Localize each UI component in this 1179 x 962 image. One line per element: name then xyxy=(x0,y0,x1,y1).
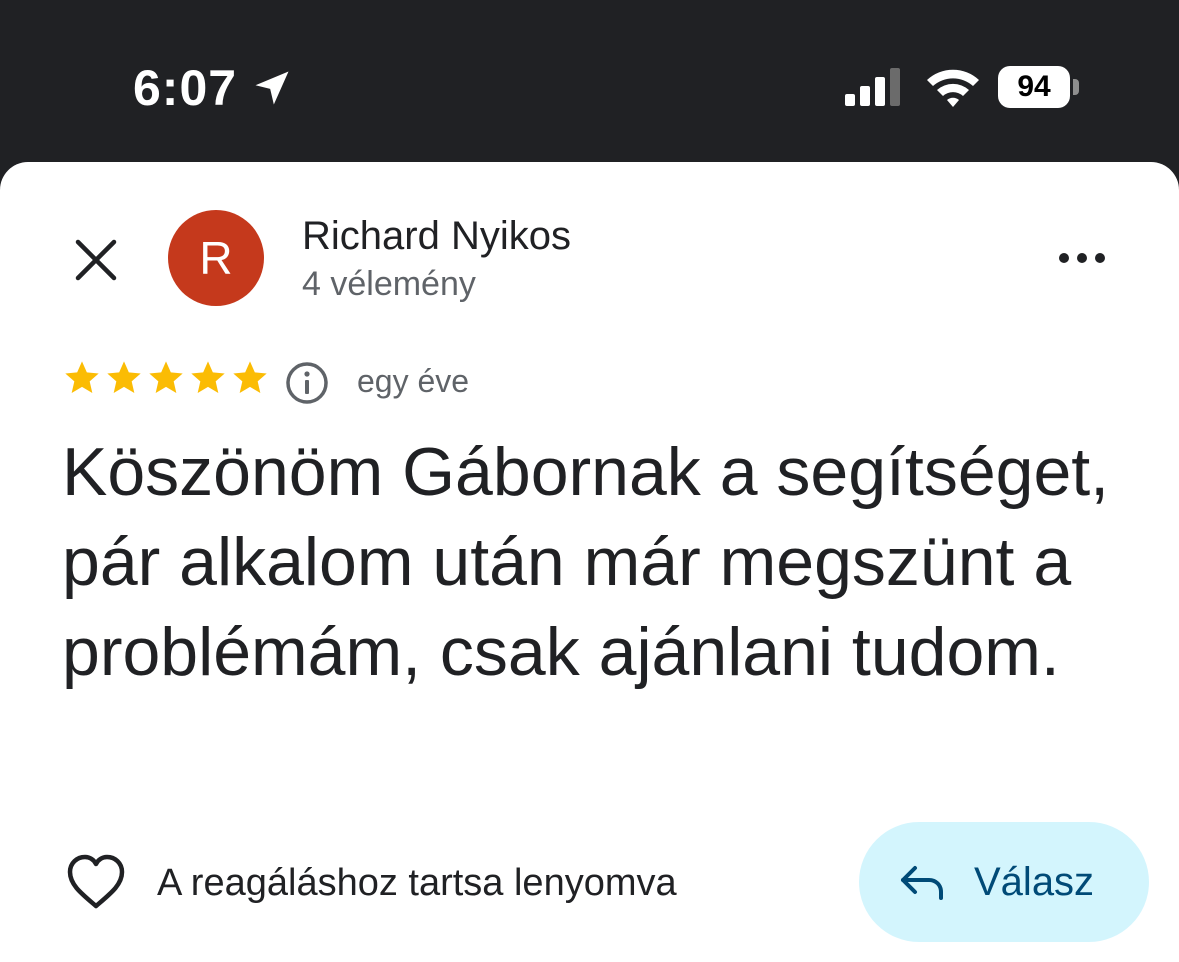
star-icon xyxy=(107,361,141,393)
info-icon[interactable] xyxy=(284,360,330,406)
heart-icon[interactable] xyxy=(64,852,128,912)
status-time: 6:07 xyxy=(133,60,238,116)
star-icon xyxy=(149,361,183,393)
review-count: 4 vélemény xyxy=(302,265,476,303)
cellular-signal-icon xyxy=(845,68,900,106)
review-date: egy éve xyxy=(357,363,470,399)
status-bar: 6:07 94 xyxy=(0,0,1179,162)
react-hint: A reagáláshoz tartsa lenyomva xyxy=(157,862,677,904)
battery-tip xyxy=(1073,79,1079,95)
battery-icon: 94 xyxy=(998,66,1082,110)
star-icon xyxy=(191,361,225,393)
star-icon xyxy=(233,361,267,393)
review-text: Köszönöm Gábornak a segítséget, pár alka… xyxy=(62,434,1110,690)
reply-button[interactable]: Válasz xyxy=(859,822,1149,942)
review-sheet: R Richard Nyikos 4 vélemény egy éve Kösz… xyxy=(0,162,1179,962)
more-options-icon[interactable] xyxy=(1052,238,1112,278)
battery-level: 94 xyxy=(998,66,1070,108)
reviewer-name[interactable]: Richard Nyikos xyxy=(302,212,571,260)
wifi-icon xyxy=(927,69,979,107)
reply-label: Válasz xyxy=(974,860,1095,904)
star-icon xyxy=(65,361,99,393)
reply-arrow-icon xyxy=(901,866,943,900)
avatar[interactable]: R xyxy=(168,210,264,306)
star-rating xyxy=(62,358,270,402)
location-arrow-icon xyxy=(255,71,289,105)
close-button[interactable] xyxy=(64,228,128,292)
